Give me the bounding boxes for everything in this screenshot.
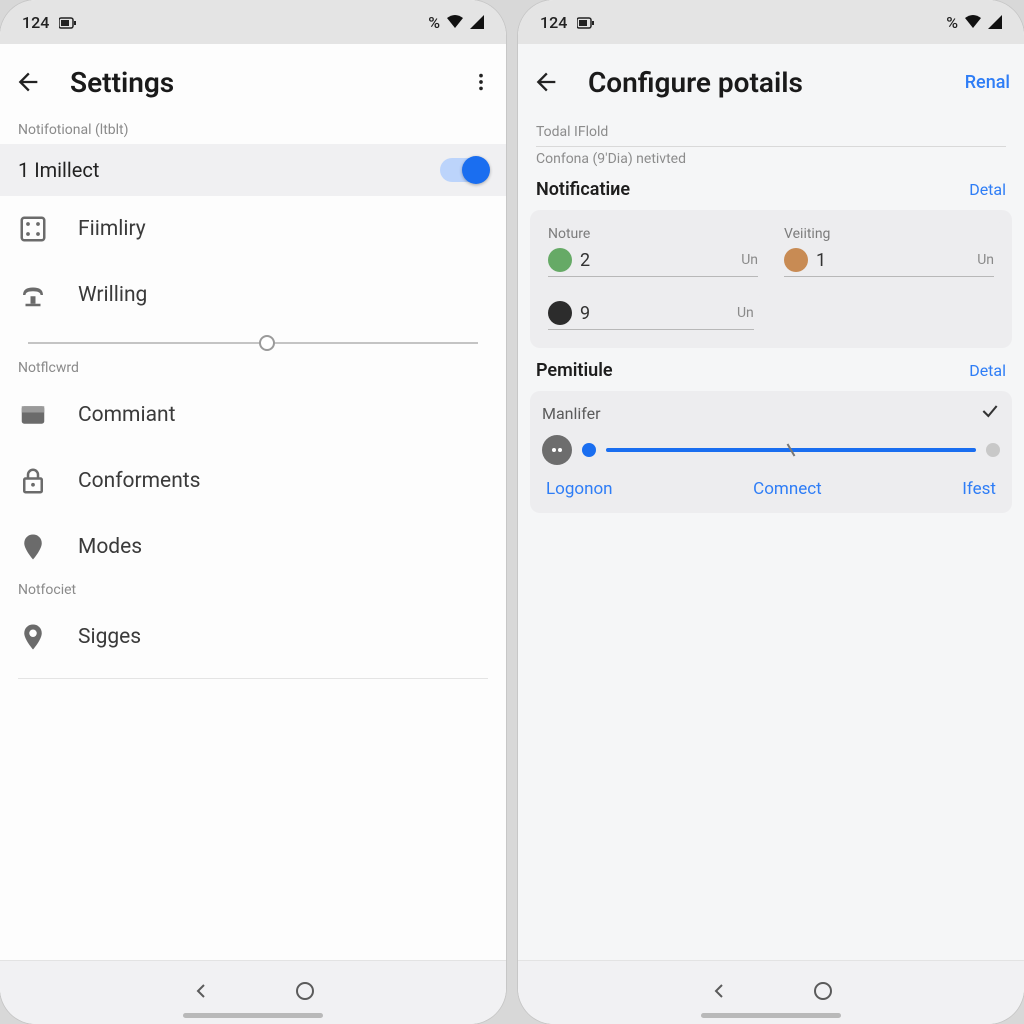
battery-icon <box>577 17 595 29</box>
nav-bar <box>518 960 1024 1024</box>
list-item-fiimliry[interactable]: Fiimliry <box>0 196 506 262</box>
nav-back-icon[interactable] <box>189 979 213 1007</box>
action-renal[interactable]: Renal <box>965 72 1010 93</box>
list-label: Sigges <box>78 625 141 649</box>
subtitle-2: Confona (9'Dia) netivted <box>518 147 1024 171</box>
stat-label: Noture <box>548 226 758 242</box>
settings-screen: Settings Notifotional (ltblt) 1 Imillect… <box>0 44 506 960</box>
status-time: 124 <box>540 13 595 32</box>
signal-icon <box>988 15 1002 29</box>
phone-left: 124 % Settings Notifotional (ltblt) 1 Im… <box>0 0 506 1024</box>
grid-icon <box>18 214 70 244</box>
slider-end-icon <box>986 443 1000 457</box>
toggle-label: 1 Imillect <box>18 158 99 182</box>
battery-icon <box>59 17 77 29</box>
section-perm: Pemitiule Detal <box>518 352 1024 387</box>
section-caption-1: Notifotional (ltblt) <box>0 120 506 144</box>
avatar-icon <box>548 301 572 325</box>
page-title: Configure potails <box>588 66 965 99</box>
app-bar: Configure potails Renal <box>518 44 1024 120</box>
subtitle-1: Todal IFlold <box>536 120 1006 147</box>
divider-slider[interactable] <box>0 328 506 358</box>
window-icon <box>18 400 70 430</box>
overflow-icon[interactable] <box>470 71 492 93</box>
stat-unit: Un <box>737 305 754 321</box>
list-item-commiant[interactable]: Commiant <box>0 382 506 448</box>
stat-noture[interactable]: Noture 2 Un <box>540 220 766 283</box>
list-label: Conforments <box>78 469 201 493</box>
link-comnect[interactable]: Comnect <box>753 479 822 499</box>
link-logonon[interactable]: Logonon <box>546 479 613 499</box>
status-bar: 124 % <box>0 0 506 44</box>
pin-icon <box>18 622 70 652</box>
phone-right: 124 % Configure potails Renal Todal IFlo… <box>518 0 1024 1024</box>
nav-home-icon[interactable] <box>811 979 835 1007</box>
lamp-icon <box>18 280 70 310</box>
toggle-imillect[interactable]: 1 Imillect <box>0 144 506 196</box>
list-label: Fiimliry <box>78 217 146 241</box>
gesture-handle[interactable] <box>183 1013 323 1018</box>
perm-card: Manlifer Logonon Comnect Ifest <box>530 391 1012 513</box>
slash-icon <box>787 443 796 456</box>
list-item-conforments[interactable]: Conforments <box>0 448 506 514</box>
stat-veiiting[interactable]: Veiiting 1 Un <box>776 220 1002 283</box>
stats-card: Noture 2 Un Veiiting 1 Un <box>530 210 1012 348</box>
section-title: Notificatiие <box>536 179 630 200</box>
wifi-icon <box>446 15 464 29</box>
back-icon[interactable] <box>14 68 42 96</box>
link-ifest[interactable]: Ifest <box>962 479 996 499</box>
wifi-icon <box>964 15 982 29</box>
perm-slider[interactable] <box>542 435 1000 465</box>
stat-unit: Un <box>741 252 758 268</box>
pin-filled-icon <box>18 532 70 562</box>
percent-icon: % <box>428 13 440 32</box>
gesture-handle[interactable] <box>701 1013 841 1018</box>
stat-value: 2 <box>580 250 733 271</box>
switch-on-icon[interactable] <box>440 158 488 182</box>
signal-icon <box>470 15 484 29</box>
slider-thumb-icon[interactable] <box>259 335 275 351</box>
stat-unit: Un <box>977 252 994 268</box>
section-title: Pemitiule <box>536 360 613 381</box>
stat-label: Veiiting <box>784 226 994 242</box>
link-detal[interactable]: Detal <box>969 180 1006 199</box>
section-caption-2: Notflcwrd <box>0 358 506 382</box>
list-item-sigges[interactable]: Sigges <box>0 604 506 670</box>
nav-home-icon[interactable] <box>293 979 317 1007</box>
check-icon[interactable] <box>980 401 1000 425</box>
stat-third[interactable]: 9 Un <box>540 293 762 336</box>
list-label: Wrilling <box>78 283 147 307</box>
stat-value: 1 <box>816 250 969 271</box>
list-label: Commiant <box>78 403 175 427</box>
avatar-icon <box>548 248 572 272</box>
nav-back-icon[interactable] <box>707 979 731 1007</box>
section-notif: Notificatiие Detal <box>518 171 1024 206</box>
section-caption-3: Notfociet <box>0 580 506 604</box>
perm-label: Manlifer <box>542 404 601 423</box>
lock-icon <box>18 466 70 496</box>
status-time: 124 <box>22 13 77 32</box>
page-title: Settings <box>70 66 470 99</box>
avatar-icon <box>784 248 808 272</box>
divider <box>18 678 488 679</box>
list-label: Modes <box>78 535 142 559</box>
back-icon[interactable] <box>532 68 560 96</box>
list-item-modes[interactable]: Modes <box>0 514 506 580</box>
configure-screen: Configure potails Renal Todal IFlold Con… <box>518 44 1024 960</box>
nav-bar <box>0 960 506 1024</box>
percent-icon: % <box>946 13 958 32</box>
status-bar: 124 % <box>518 0 1024 44</box>
slider-start-icon <box>582 443 596 457</box>
app-bar: Settings <box>0 44 506 120</box>
link-detal[interactable]: Detal <box>969 361 1006 380</box>
list-item-wrilling[interactable]: Wrilling <box>0 262 506 328</box>
stat-value: 9 <box>580 303 729 324</box>
slider-origin-icon <box>542 435 572 465</box>
